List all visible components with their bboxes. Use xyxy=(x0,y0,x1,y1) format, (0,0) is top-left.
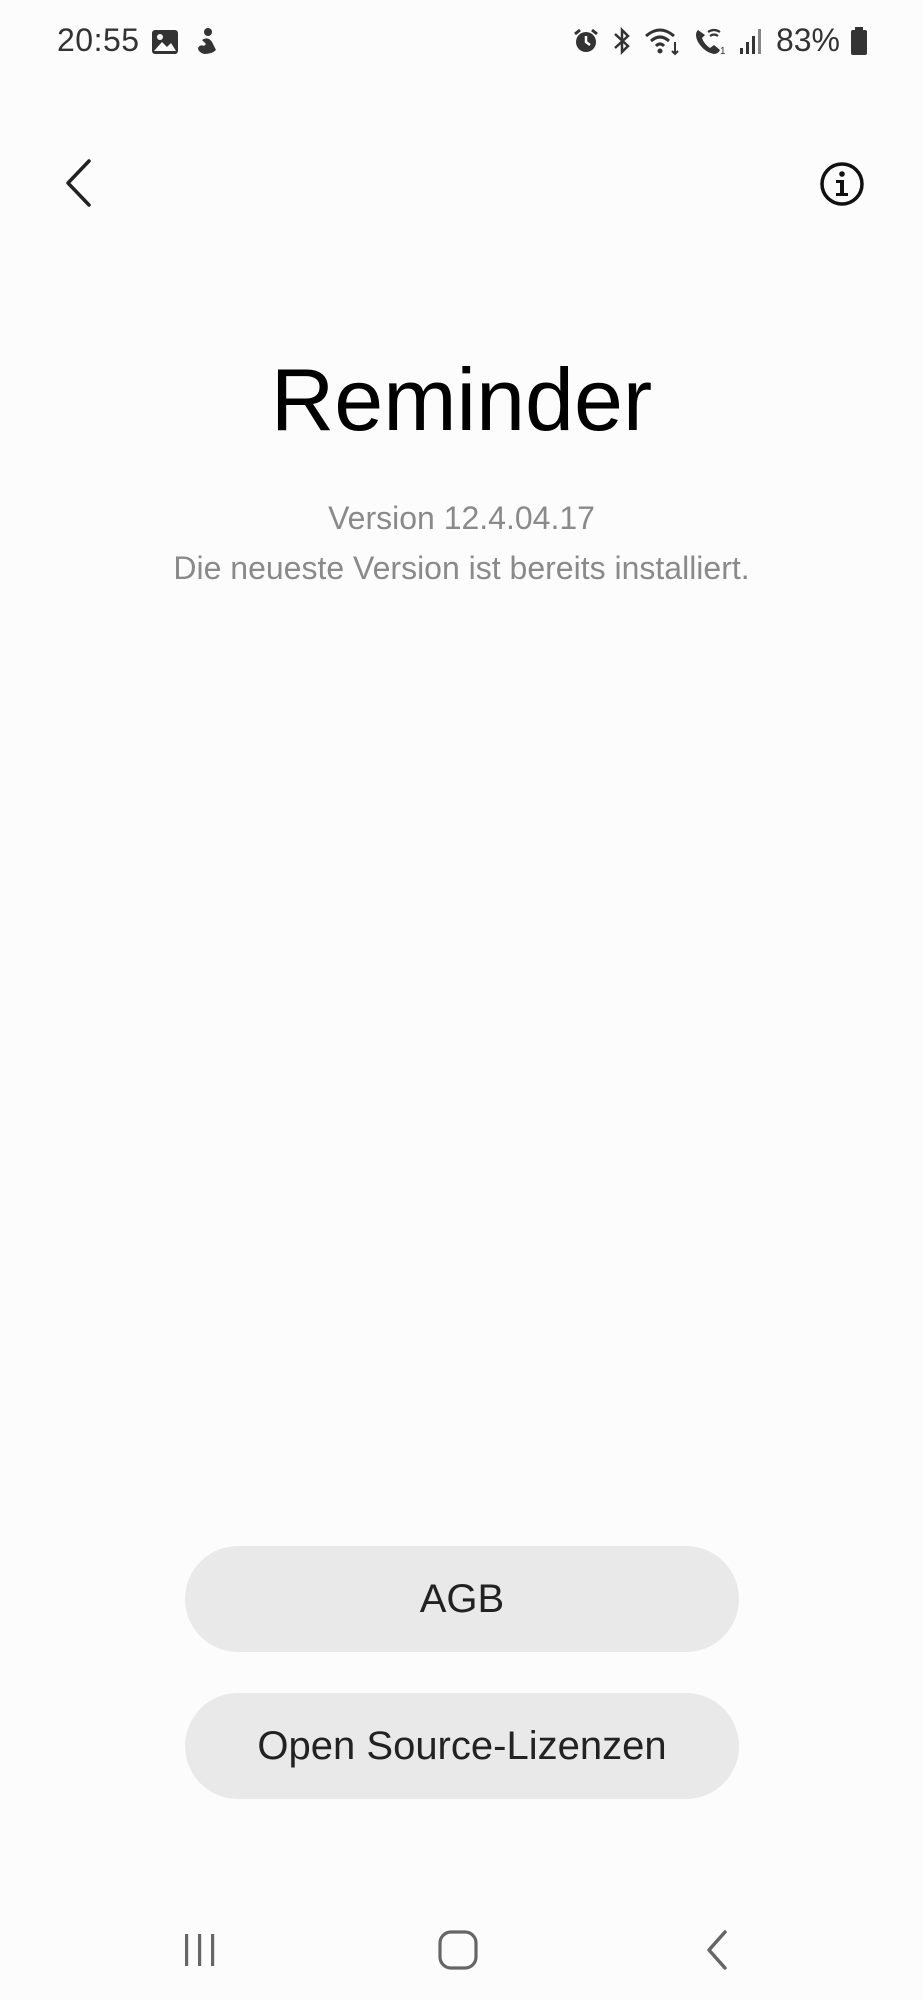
bluetooth-icon xyxy=(610,26,634,56)
wifi-icon xyxy=(644,26,682,56)
open-source-licenses-button[interactable]: Open Source-Lizenzen xyxy=(185,1693,739,1799)
notification-app-icon xyxy=(192,26,222,58)
recents-icon xyxy=(180,1930,220,1975)
back-button[interactable] xyxy=(48,150,108,220)
nav-back-button[interactable] xyxy=(678,1922,758,1982)
svg-text:1: 1 xyxy=(720,46,726,56)
app-title: Reminder xyxy=(270,350,653,449)
gallery-icon xyxy=(150,27,180,57)
battery-icon xyxy=(850,26,868,56)
alarm-icon xyxy=(572,27,600,55)
navigation-bar xyxy=(0,1900,923,2000)
info-button[interactable] xyxy=(811,155,873,217)
chevron-left-icon xyxy=(63,158,93,213)
recents-button[interactable] xyxy=(160,1922,240,1982)
version-text: Version 12.4.04.17 xyxy=(328,500,595,536)
version-status-text: Die neueste Version ist bereits installi… xyxy=(173,550,750,586)
wifi-calling-icon: 1 xyxy=(692,26,728,56)
status-bar: 20:55 1 83% xyxy=(0,0,923,90)
agb-button[interactable]: AGB xyxy=(185,1546,739,1652)
back-icon xyxy=(703,1928,733,1977)
status-right-icons: 1 83% xyxy=(572,22,868,59)
battery-percentage: 83% xyxy=(775,22,840,58)
home-button[interactable] xyxy=(418,1922,498,1982)
status-left-icons xyxy=(150,26,222,58)
status-time: 20:55 xyxy=(57,22,140,58)
signal-icon xyxy=(738,26,766,56)
info-icon xyxy=(819,161,865,212)
home-icon xyxy=(436,1928,480,1977)
